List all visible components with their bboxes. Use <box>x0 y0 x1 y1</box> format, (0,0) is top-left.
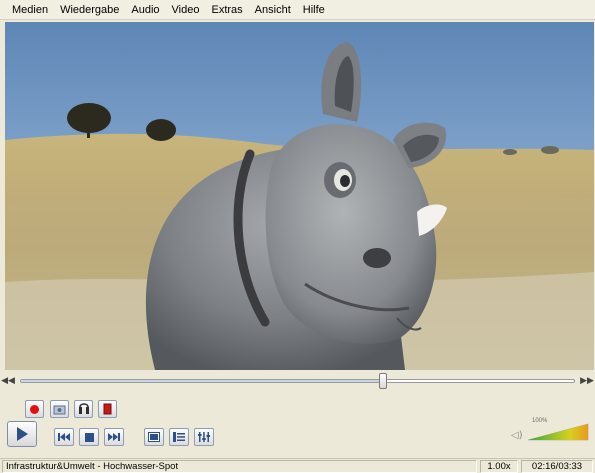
menu-ansicht[interactable]: Ansicht <box>249 4 297 16</box>
next-button[interactable] <box>104 428 124 446</box>
skip-back-icon[interactable]: ◀◀ <box>0 374 16 388</box>
menu-video[interactable]: Video <box>166 4 206 16</box>
playlist-icon <box>173 432 185 442</box>
menu-medien[interactable]: Medien <box>6 4 54 16</box>
frame-step-icon <box>103 403 112 415</box>
speaker-icon[interactable]: ◁) <box>511 430 523 441</box>
video-frame <box>5 22 594 370</box>
skip-forward-icon[interactable]: ▶▶ <box>579 374 595 388</box>
loop-ab-button[interactable] <box>74 400 93 418</box>
volume-slider[interactable] <box>526 420 590 442</box>
loop-ab-icon <box>78 403 89 414</box>
status-playback-speed[interactable]: 1.00x <box>480 459 518 473</box>
stop-icon <box>84 432 94 442</box>
record-icon <box>30 404 39 414</box>
previous-icon <box>58 433 70 441</box>
extended-settings-icon <box>198 432 210 442</box>
frame-step-button[interactable] <box>98 400 117 418</box>
menu-extras[interactable]: Extras <box>205 4 248 16</box>
seek-row: ◀◀ ▶▶ <box>0 372 595 390</box>
previous-button[interactable] <box>54 428 74 446</box>
menu-audio[interactable]: Audio <box>125 4 165 16</box>
menu-hilfe[interactable]: Hilfe <box>297 4 331 16</box>
status-bar: Infrastruktur&Umwelt - Hochwasser-Spot 1… <box>0 458 595 473</box>
seek-handle[interactable] <box>379 373 388 389</box>
stop-button[interactable] <box>79 428 99 446</box>
seek-bar[interactable] <box>20 373 575 389</box>
next-icon <box>108 433 120 441</box>
menu-wiedergabe[interactable]: Wiedergabe <box>54 4 125 16</box>
video-display[interactable] <box>5 22 594 370</box>
fullscreen-icon <box>148 432 160 442</box>
play-button[interactable] <box>7 421 37 447</box>
extended-settings-button[interactable] <box>194 428 214 446</box>
fullscreen-button[interactable] <box>144 428 164 446</box>
play-icon <box>17 427 28 441</box>
snapshot-icon <box>53 405 66 414</box>
control-panel: ◁) 100% <box>0 392 595 458</box>
snapshot-button[interactable] <box>50 400 69 418</box>
record-button[interactable] <box>25 400 44 418</box>
playlist-button[interactable] <box>169 428 189 446</box>
status-elapsed-time[interactable]: 02:16/03:33 <box>521 459 593 473</box>
menu-bar: Medien Wiedergabe Audio Video Extras Ans… <box>0 0 595 20</box>
seek-progress-fill <box>21 380 384 382</box>
status-media-title: Infrastruktur&Umwelt - Hochwasser-Spot <box>2 459 477 473</box>
